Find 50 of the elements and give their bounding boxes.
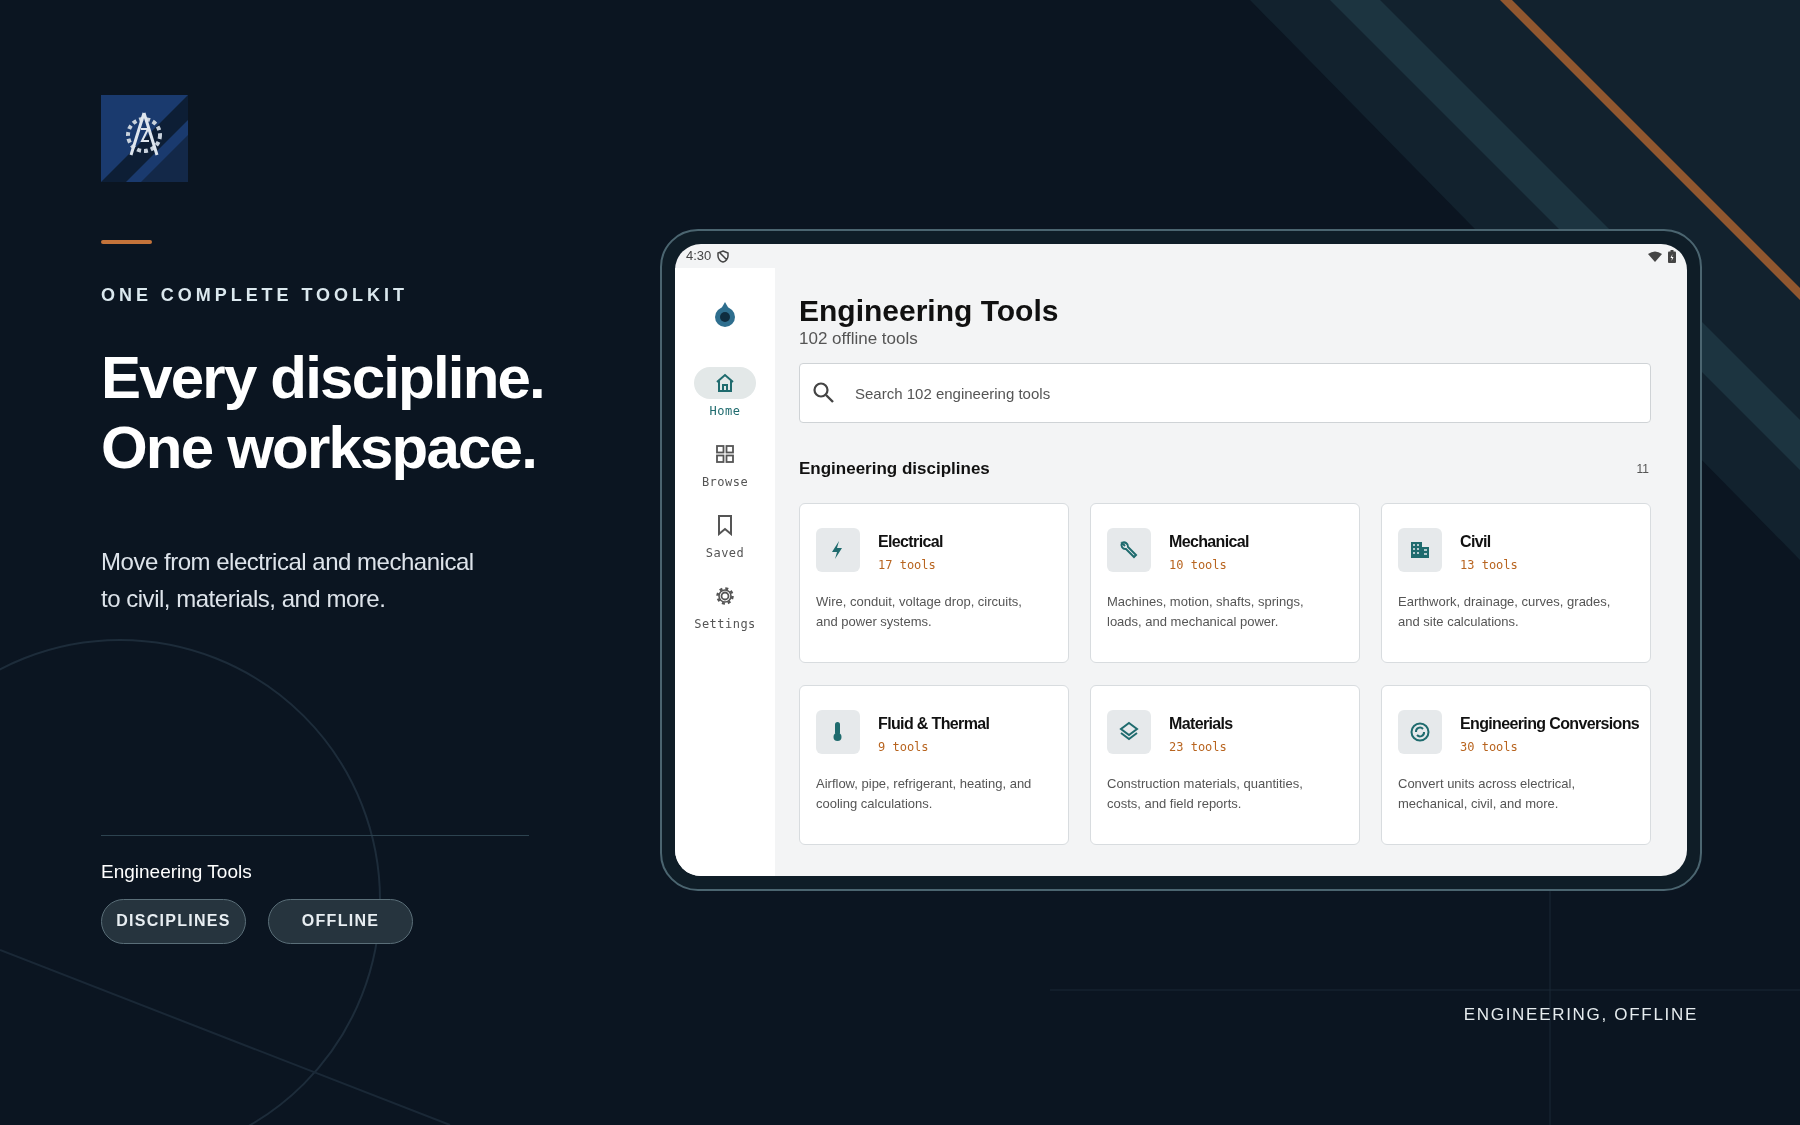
hero-description: Move from electrical and mechanical to civil, materials, and more. xyxy=(101,547,475,614)
section-count: 11 xyxy=(1636,460,1650,478)
nav-item[interactable]: Browse xyxy=(694,438,756,491)
card-title: Civil xyxy=(1460,531,1492,552)
card-description: Earthwork, drainage, curves, grades, and site calculations. xyxy=(1398,592,1612,631)
shield-icon xyxy=(717,249,730,263)
card-title: Electrical xyxy=(878,531,943,552)
card-title: Engineering Conversions xyxy=(1460,713,1640,734)
headline-text: Every discipline. xyxy=(101,343,545,413)
tool-count: 9 tools xyxy=(878,738,930,756)
discipline-card[interactable]: Mechanical 10 tools Machines, motion, shafts, springs, loads, and mechanical power. xyxy=(1090,502,1360,663)
logo-icon xyxy=(101,95,188,182)
headline-text: One workspace. xyxy=(101,413,537,483)
tool-count: 17 tools xyxy=(878,556,937,574)
discipline-card[interactable]: Fluid & Thermal 9 tools Airflow, pipe, refrigerant, heating, and cooling calculations. xyxy=(799,684,1069,845)
card-description: Wire, conduit, voltage drop, circuits, and power systems. xyxy=(816,592,1023,631)
card-description: Machines, motion, shafts, springs, loads, and mechanical power. xyxy=(1107,592,1305,631)
status-time: 4:30 xyxy=(686,247,712,266)
tool-count: 10 tools xyxy=(1169,556,1228,574)
app-name: Engineering Tools xyxy=(101,860,253,884)
tool-count: 13 tools xyxy=(1460,556,1518,574)
grid-icon xyxy=(714,443,736,465)
discipline-card[interactable]: Materials 23 tools Construction materials, quantities, costs, and field reports. xyxy=(1090,684,1360,845)
nav-item[interactable]: Saved xyxy=(694,509,756,562)
tag-pill: DISCIPLINES xyxy=(101,898,246,944)
accent-rule xyxy=(101,240,152,244)
battery-icon xyxy=(1668,249,1676,263)
settings-icon xyxy=(714,585,736,607)
screen-subtitle: 102 offline tools xyxy=(799,329,919,349)
screen-title: Engineering Tools xyxy=(799,293,1060,329)
eyebrow-text: ONE COMPLETE TOOLKIT xyxy=(101,284,409,307)
tool-count: 23 tools xyxy=(1169,738,1228,756)
home-icon xyxy=(714,372,736,394)
card-description: Convert units across electrical, mechanical, civil, and more. xyxy=(1398,774,1576,813)
tag-pill: OFFLINE xyxy=(268,898,413,944)
card-title: Materials xyxy=(1169,713,1233,734)
card-description: Construction materials, quantities, costs, and field reports. xyxy=(1107,774,1304,813)
discipline-card[interactable]: Civil 13 tools Earthwork, drainage, curves, grades, and site calculations. xyxy=(1381,502,1651,663)
nav-item[interactable]: Settings xyxy=(694,580,756,633)
card-title: Fluid & Thermal xyxy=(878,713,990,734)
discipline-card[interactable]: Electrical 17 tools Wire, conduit, voltage drop, circuits, and power systems. xyxy=(799,502,1069,663)
search-field[interactable]: Search 102 engineering tools xyxy=(799,363,1651,423)
search-icon xyxy=(813,382,834,403)
card-description: Airflow, pipe, refrigerant, heating, and cooling calculations. xyxy=(816,774,1033,813)
card-title: Mechanical xyxy=(1169,531,1249,552)
wifi-icon xyxy=(1648,250,1662,262)
discipline-card[interactable]: Engineering Conversions 30 tools Convert units across electrical, mechanical, civil, and more. xyxy=(1381,684,1651,845)
footer-caption: ENGINEERING, OFFLINE xyxy=(1463,1004,1698,1026)
section-heading: Engineering disciplines xyxy=(799,458,990,480)
tool-count: 30 tools xyxy=(1460,738,1519,756)
